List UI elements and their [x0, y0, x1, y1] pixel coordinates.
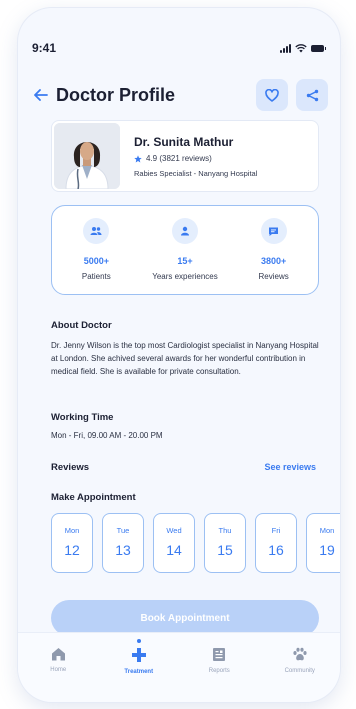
date-selector: Mon 12 Tue 13 Wed 14 Thu 15 Fri 16 Mon 1…: [51, 513, 340, 573]
page-title: Doctor Profile: [56, 84, 176, 105]
day-number: 12: [64, 542, 80, 558]
user-icon: [171, 218, 198, 244]
stat-experience: 15+ Years experiences: [145, 218, 225, 294]
share-icon: [306, 89, 318, 101]
day-name: Fri: [271, 526, 281, 535]
signal-icon: [280, 43, 291, 53]
bottom-tab-bar: Home Treatment Reports Community: [18, 632, 340, 702]
date-option[interactable]: Mon 12: [51, 513, 93, 573]
home-icon: [51, 648, 65, 661]
tab-reports[interactable]: Reports: [189, 647, 249, 702]
day-name: Wed: [166, 526, 182, 535]
day-name: Tue: [116, 526, 130, 535]
page-header: Doctor Profile: [32, 78, 328, 112]
about-text: Dr. Jenny Wilson is the top most Cardiol…: [51, 341, 319, 376]
medical-cross-icon: [131, 648, 146, 662]
date-option[interactable]: Mon 19: [306, 513, 340, 573]
status-icons: [280, 43, 326, 53]
day-number: 14: [166, 542, 182, 558]
battery-icon: [311, 44, 326, 52]
active-indicator: [136, 639, 141, 643]
day-name: Mon: [319, 526, 335, 535]
date-option[interactable]: Wed 14: [153, 513, 195, 573]
appointment-title: Make Appointment: [51, 492, 136, 503]
phone-frame: 9:41 Doctor Profile Dr. Sunita Mathur 4.…: [18, 8, 340, 702]
stat-value: 3800+: [261, 256, 287, 266]
date-option[interactable]: Thu 15: [204, 513, 246, 573]
day-number: 13: [115, 542, 131, 558]
day-name: Thu: [218, 526, 232, 535]
doctor-specialty: Rabies Specialist - Nanyang Hospital: [134, 169, 258, 178]
book-appointment-button[interactable]: Book Appointment: [51, 600, 319, 636]
stat-label: Years experiences: [152, 272, 218, 281]
stat-label: Reviews: [258, 272, 289, 281]
date-option[interactable]: Tue 13: [102, 513, 144, 573]
stat-value: 5000+: [83, 256, 109, 266]
working-time-title: Working Time: [51, 412, 114, 423]
status-time: 9:41: [32, 41, 57, 55]
stat-value: 15+: [177, 256, 193, 266]
stat-reviews: 3800+ Reviews: [234, 218, 314, 294]
day-number: 19: [319, 542, 335, 558]
status-bar: 9:41: [32, 38, 326, 58]
date-option[interactable]: Fri 16: [255, 513, 297, 573]
wifi-icon: [295, 43, 307, 52]
heart-icon: [265, 88, 279, 102]
tab-home[interactable]: Home: [28, 647, 88, 702]
tab-community[interactable]: Community: [270, 647, 330, 702]
about-title: About Doctor: [51, 320, 112, 331]
rating-text: 4.9 (3821 reviews): [146, 154, 212, 163]
tab-label: Reports: [208, 668, 230, 674]
doctor-rating: 4.9 (3821 reviews): [134, 154, 257, 163]
favorite-button[interactable]: [256, 79, 288, 111]
see-reviews-link[interactable]: See reviews: [264, 462, 316, 472]
day-name: Mon: [64, 526, 80, 535]
patients-icon: [83, 218, 110, 244]
reports-icon: [213, 648, 226, 661]
chat-icon: [260, 218, 287, 244]
doctor-card[interactable]: Dr. Sunita Mathur 4.9 (3821 reviews) Rab…: [51, 120, 319, 192]
tab-label: Community: [284, 668, 315, 674]
tab-treatment[interactable]: Treatment: [109, 639, 169, 702]
stat-patients: 5000+ Patients: [56, 218, 136, 294]
share-button[interactable]: [296, 79, 328, 111]
stat-label: Patients: [81, 272, 111, 281]
doctor-photo: [54, 123, 120, 189]
tab-label: Home: [50, 667, 67, 673]
doctor-name: Dr. Sunita Mathur: [134, 135, 234, 149]
day-number: 16: [268, 542, 284, 558]
day-number: 15: [217, 542, 233, 558]
tab-label: Treatment: [124, 669, 154, 675]
star-icon: [134, 154, 142, 162]
working-hours: Mon - Fri, 09.00 AM - 20.00 PM: [51, 431, 163, 440]
stats-card: 5000+ Patients 15+ Years experiences 380…: [51, 205, 319, 295]
back-arrow-icon[interactable]: [32, 86, 50, 104]
paw-icon: [293, 647, 307, 661]
reviews-title: Reviews: [51, 462, 90, 473]
